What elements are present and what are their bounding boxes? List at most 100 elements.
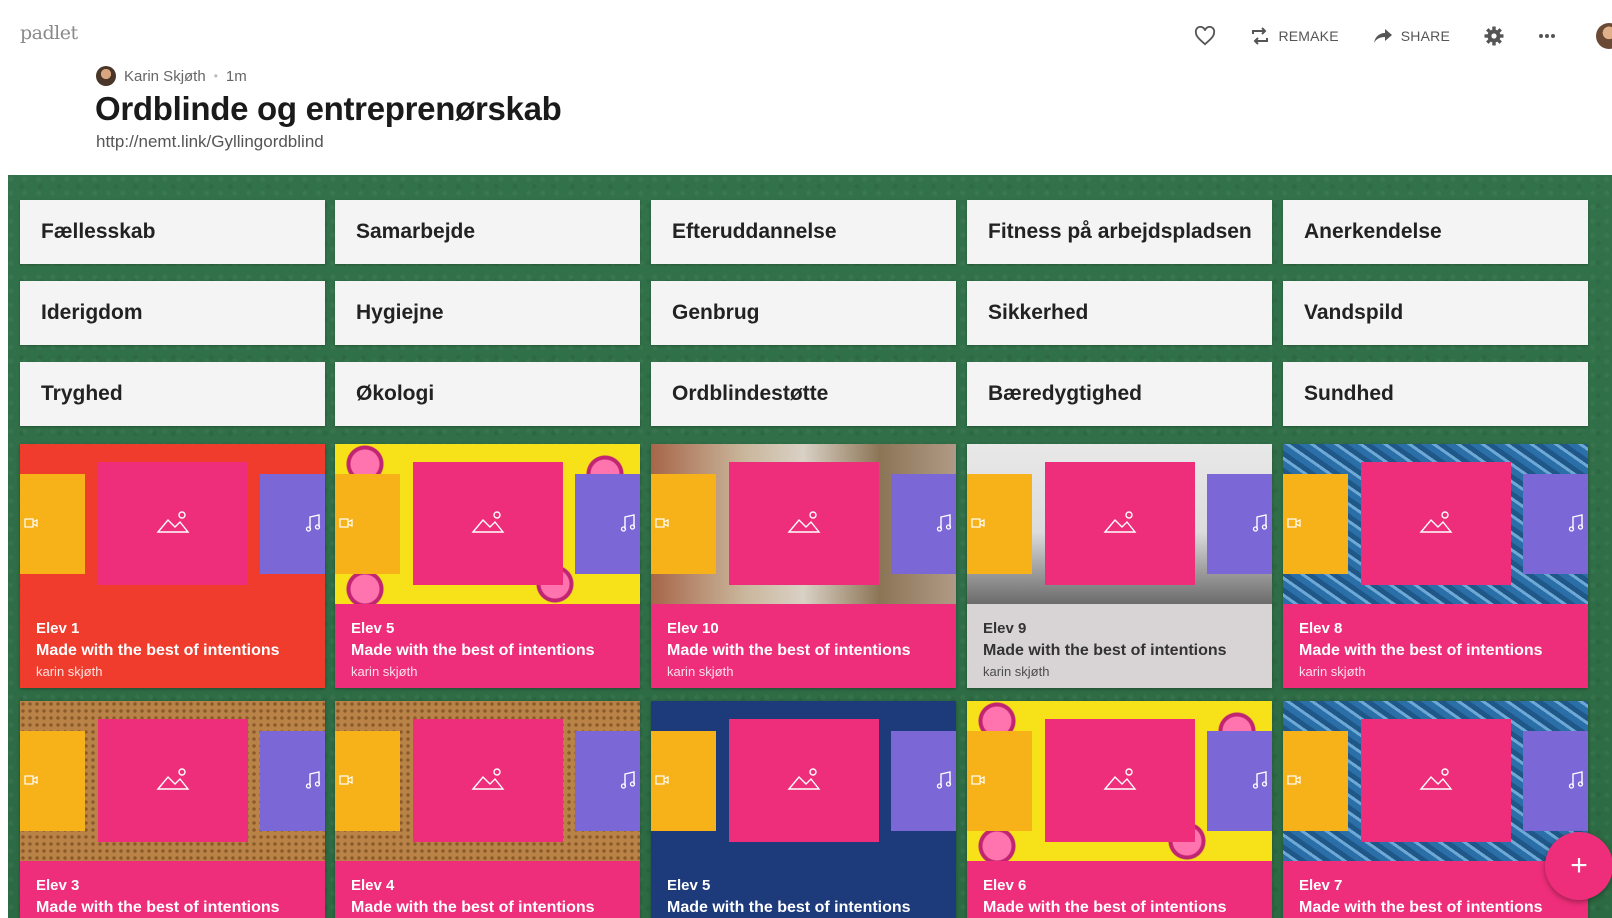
post-card[interactable]: Elev 8 Made with the best of intentions ka… xyxy=(1283,444,1588,688)
image-tile[interactable] xyxy=(98,462,248,585)
attachment-tiles xyxy=(1283,701,1588,861)
gear-icon xyxy=(1484,26,1504,46)
author-name: Karin Skjøth xyxy=(124,67,206,85)
attachment-tiles xyxy=(20,444,325,604)
video-tile[interactable] xyxy=(1283,731,1348,831)
remake-button[interactable]: REMAKE xyxy=(1250,27,1339,45)
music-tile[interactable] xyxy=(260,731,325,831)
attachment-tiles xyxy=(20,701,325,861)
post-title: Elev 5 xyxy=(351,620,395,637)
like-button[interactable] xyxy=(1194,26,1216,46)
post-card[interactable]: Elev 7 Made with the best of intentions xyxy=(1283,701,1588,918)
post-title: Elev 7 xyxy=(1299,877,1343,894)
attachment-tiles xyxy=(651,701,956,861)
image-tile[interactable] xyxy=(729,462,879,585)
share-button[interactable]: SHARE xyxy=(1373,28,1450,44)
more-button[interactable] xyxy=(1538,33,1556,39)
image-tile[interactable] xyxy=(1045,719,1195,842)
label-card-fitness-pa-arbejdspladsen[interactable]: Fitness på arbejdspladsen xyxy=(967,200,1272,264)
image-tile[interactable] xyxy=(98,719,248,842)
image-tile[interactable] xyxy=(1361,462,1511,585)
post-subtitle: Made with the best of intentions xyxy=(36,642,280,659)
post-info: Elev 10 Made with the best of intentions k… xyxy=(651,604,956,688)
video-tile[interactable] xyxy=(335,731,400,831)
attachment-tiles xyxy=(1283,444,1588,604)
author-avatar xyxy=(96,66,116,86)
post-subtitle: Made with the best of intentions xyxy=(351,899,595,916)
padlet-app: padlet REMAKE SHARE Karin Skjøth • 1m Or… xyxy=(0,0,1612,918)
post-info: Elev 3 Made with the best of intentions xyxy=(20,861,325,918)
label-card-samarbejde[interactable]: Samarbejde xyxy=(335,200,640,264)
user-avatar[interactable] xyxy=(1596,23,1612,49)
post-subtitle: Made with the best of intentions xyxy=(1299,899,1543,916)
label-card-efteruddannelse[interactable]: Efteruddannelse xyxy=(651,200,956,264)
music-tile[interactable] xyxy=(1523,474,1588,574)
video-tile[interactable] xyxy=(1283,474,1348,574)
post-card[interactable]: Elev 5 Made with the best of intentions ka… xyxy=(335,444,640,688)
header: padlet REMAKE SHARE Karin Skjøth • 1m Or… xyxy=(0,0,1612,175)
post-card[interactable]: Elev 6 Made with the best of intentions xyxy=(967,701,1272,918)
page-subtitle[interactable]: http://nemt.link/Gyllingordblind xyxy=(96,132,324,152)
post-info: Elev 1 Made with the best of intentions ka… xyxy=(20,604,325,688)
music-tile[interactable] xyxy=(891,731,956,831)
settings-button[interactable] xyxy=(1484,26,1504,46)
video-tile[interactable] xyxy=(651,731,716,831)
label-card-sikkerhed[interactable]: Sikkerhed xyxy=(967,281,1272,345)
music-tile[interactable] xyxy=(575,474,640,574)
label-card-sundhed[interactable]: Sundhed xyxy=(1283,362,1588,426)
heart-icon xyxy=(1195,26,1216,46)
label-card-genbrug[interactable]: Genbrug xyxy=(651,281,956,345)
share-icon xyxy=(1373,29,1392,43)
music-tile[interactable] xyxy=(1207,474,1272,574)
video-tile[interactable] xyxy=(20,731,85,831)
post-card[interactable]: Elev 5 Made with the best of intentions xyxy=(651,701,956,918)
post-card[interactable]: Elev 9 Made with the best of intentions ka… xyxy=(967,444,1272,688)
music-tile[interactable] xyxy=(260,474,325,574)
page-title: Ordblinde og entreprenørskab xyxy=(95,90,562,127)
post-info: Elev 8 Made with the best of intentions ka… xyxy=(1283,604,1588,688)
label-card-vandspild[interactable]: Vandspild xyxy=(1283,281,1588,345)
video-tile[interactable] xyxy=(335,474,400,574)
label-card-baeredygtighed[interactable]: Bæredygtighed xyxy=(967,362,1272,426)
post-meta: Karin Skjøth • 1m xyxy=(96,66,247,86)
post-card[interactable]: Elev 4 Made with the best of intentions xyxy=(335,701,640,918)
music-tile[interactable] xyxy=(891,474,956,574)
post-title: Elev 4 xyxy=(351,877,395,894)
music-tile[interactable] xyxy=(575,731,640,831)
music-tile[interactable] xyxy=(1207,731,1272,831)
post-subtitle: Made with the best of intentions xyxy=(983,642,1227,659)
post-author: karin skjøth xyxy=(36,664,103,679)
label-card-hygiejne[interactable]: Hygiejne xyxy=(335,281,640,345)
image-tile[interactable] xyxy=(1361,719,1511,842)
attachment-tiles xyxy=(335,444,640,604)
post-info: Elev 5 Made with the best of intentions ka… xyxy=(335,604,640,688)
video-tile[interactable] xyxy=(967,731,1032,831)
post-card[interactable]: Elev 10 Made with the best of intentions k… xyxy=(651,444,956,688)
post-subtitle: Made with the best of intentions xyxy=(667,899,911,916)
video-tile[interactable] xyxy=(967,474,1032,574)
post-title: Elev 10 xyxy=(667,620,719,637)
image-tile[interactable] xyxy=(729,719,879,842)
image-tile[interactable] xyxy=(413,462,563,585)
time-ago: 1m xyxy=(225,67,247,85)
label-card-iderigdom[interactable]: Iderigdom xyxy=(20,281,325,345)
post-card[interactable]: Elev 1 Made with the best of intentions ka… xyxy=(20,444,325,688)
post-author: karin skjøth xyxy=(351,664,418,679)
post-info: Elev 6 Made with the best of intentions xyxy=(967,861,1272,918)
padlet-logo[interactable]: padlet xyxy=(20,22,78,44)
padlet-board: Fællesskab Samarbejde Efteruddannelse Fitne… xyxy=(8,175,1612,918)
video-tile[interactable] xyxy=(20,474,85,574)
post-card[interactable]: Elev 3 Made with the best of intentions xyxy=(20,701,325,918)
label-card-tryghed[interactable]: Tryghed xyxy=(20,362,325,426)
label-card-okologi[interactable]: Økologi xyxy=(335,362,640,426)
add-post-button[interactable]: + xyxy=(1545,832,1612,900)
label-card-anerkendelse[interactable]: Anerkendelse xyxy=(1283,200,1588,264)
video-tile[interactable] xyxy=(651,474,716,574)
label-card-faellesskab[interactable]: Fællesskab xyxy=(20,200,325,264)
image-tile[interactable] xyxy=(413,719,563,842)
label-card-ordblindestotte[interactable]: Ordblindestøtte xyxy=(651,362,956,426)
music-tile[interactable] xyxy=(1523,731,1588,831)
post-title: Elev 5 xyxy=(667,877,711,894)
image-tile[interactable] xyxy=(1045,462,1195,585)
post-info: Elev 9 Made with the best of intentions ka… xyxy=(967,604,1272,688)
